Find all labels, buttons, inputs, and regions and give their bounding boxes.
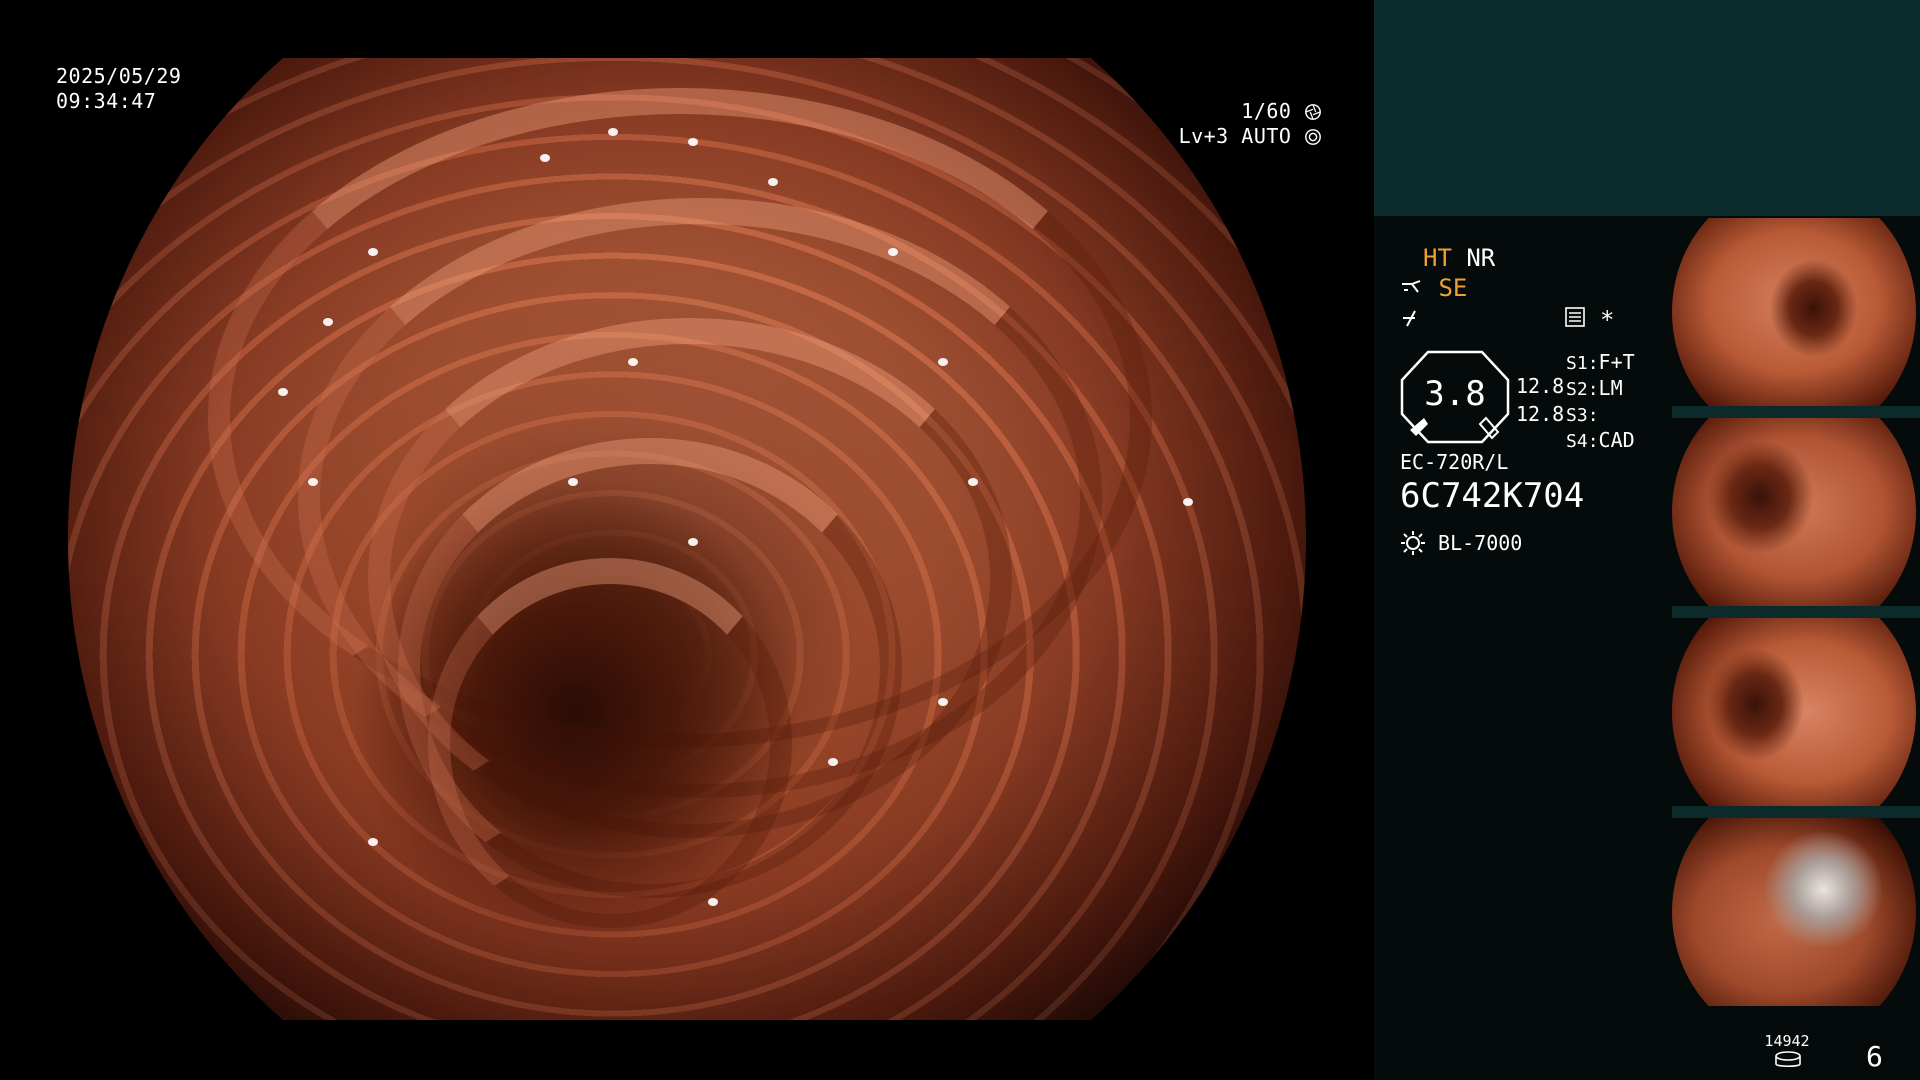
zoom-value-1: 12.8 — [1516, 374, 1565, 398]
scope-serial: 6C742K704 — [1400, 476, 1585, 516]
storage-disk-icon — [1774, 1050, 1802, 1074]
thumbnail-4[interactable] — [1672, 818, 1916, 1006]
mode-row-2: SE — [1400, 274, 1467, 302]
light-sun-icon — [1401, 531, 1425, 555]
exposure-readout: 1/60 Lv+3 AUTO — [1150, 99, 1322, 149]
switch-assignments: S1:F+T S2:LM S3: S4:CAD — [1566, 350, 1635, 454]
endoscope-main-view — [68, 58, 1306, 1020]
iris-auto-icon — [1305, 129, 1321, 145]
nr-label: NR — [1466, 244, 1496, 272]
switch-s4: S4:CAD — [1566, 428, 1635, 452]
light-source-text: BL-7000 — [1438, 531, 1523, 555]
freeze-indicator — [1400, 308, 1422, 334]
switch-s3: S3: — [1566, 405, 1599, 426]
zoom-indicator: 3.8 — [1398, 350, 1512, 444]
mode-row-1: HT NR — [1423, 244, 1495, 272]
zoom-values: 12.8 12.8 — [1516, 372, 1564, 428]
menu-list-icon — [1565, 307, 1585, 327]
thumbnail-separator — [1672, 806, 1920, 818]
menu-indicator — [1564, 306, 1586, 332]
switch-s1: S1:F+T — [1566, 350, 1635, 374]
thumbnail-separator — [1672, 606, 1920, 618]
page-number: 6 — [1866, 1040, 1883, 1073]
iris-text: AUTO — [1241, 124, 1292, 148]
shutter-text: 1/60 — [1241, 99, 1292, 123]
date-text: 2025/05/29 — [56, 64, 182, 88]
zoom-value: 3.8 — [1424, 374, 1486, 414]
scope-tip-icon — [1402, 280, 1421, 293]
zoom-value-2: 12.8 — [1516, 402, 1565, 426]
thumbnail-separator — [1672, 406, 1920, 418]
light-source: BL-7000 — [1400, 530, 1522, 556]
thumbnail-3[interactable] — [1672, 618, 1916, 806]
ht-label: HT — [1423, 244, 1452, 272]
switch-s2: S2:LM — [1566, 376, 1623, 400]
panel-header-area — [1374, 0, 1920, 216]
datetime-readout: 2025/05/29 09:34:47 — [56, 64, 181, 114]
scope-model: EC-720R/L — [1400, 450, 1509, 474]
record-count: 14942 — [1764, 1032, 1810, 1050]
time-text: 09:34:47 — [56, 89, 157, 113]
thumbnail-2[interactable] — [1672, 418, 1916, 606]
freeze-icon — [1403, 310, 1416, 327]
thumbnail-1[interactable] — [1672, 218, 1916, 406]
level-text: Lv+3 — [1178, 124, 1229, 148]
asterisk-icon: * — [1600, 306, 1615, 334]
shutter-aperture-icon — [1305, 104, 1321, 120]
se-label: SE — [1438, 274, 1468, 302]
